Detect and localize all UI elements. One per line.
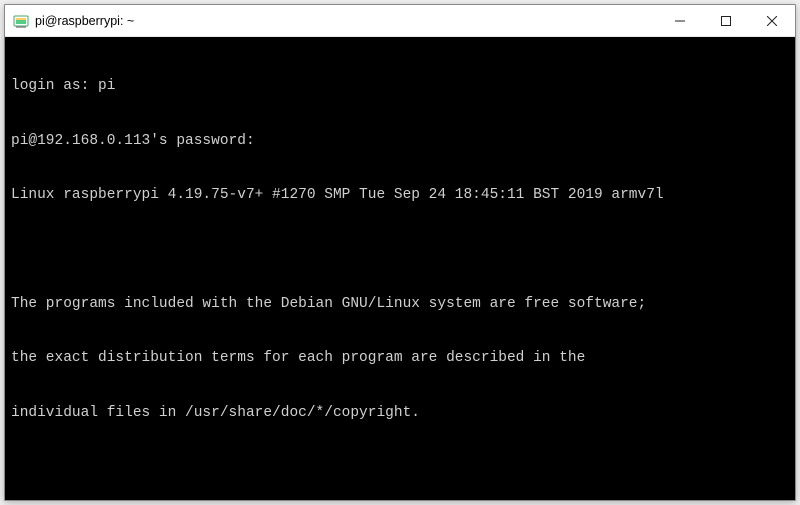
terminal-body[interactable]: login as: pi pi@192.168.0.113's password… [5,37,795,500]
close-button[interactable] [749,5,795,36]
window-title: pi@raspberrypi: ~ [35,14,657,28]
maximize-button[interactable] [703,5,749,36]
terminal-line: individual files in /usr/share/doc/*/cop… [11,404,789,422]
terminal-window: pi@raspberrypi: ~ login as: pi pi@192.16… [4,4,796,501]
terminal-line: login as: pi [11,77,789,95]
window-controls [657,5,795,36]
terminal-line [11,458,789,476]
terminal-line: The programs included with the Debian GN… [11,295,789,313]
terminal-line: Linux raspberrypi 4.19.75-v7+ #1270 SMP … [11,186,789,204]
minimize-button[interactable] [657,5,703,36]
terminal-line: the exact distribution terms for each pr… [11,349,789,367]
titlebar[interactable]: pi@raspberrypi: ~ [5,5,795,37]
terminal-line: pi@192.168.0.113's password: [11,132,789,150]
terminal-line [11,240,789,258]
putty-icon [13,13,29,29]
